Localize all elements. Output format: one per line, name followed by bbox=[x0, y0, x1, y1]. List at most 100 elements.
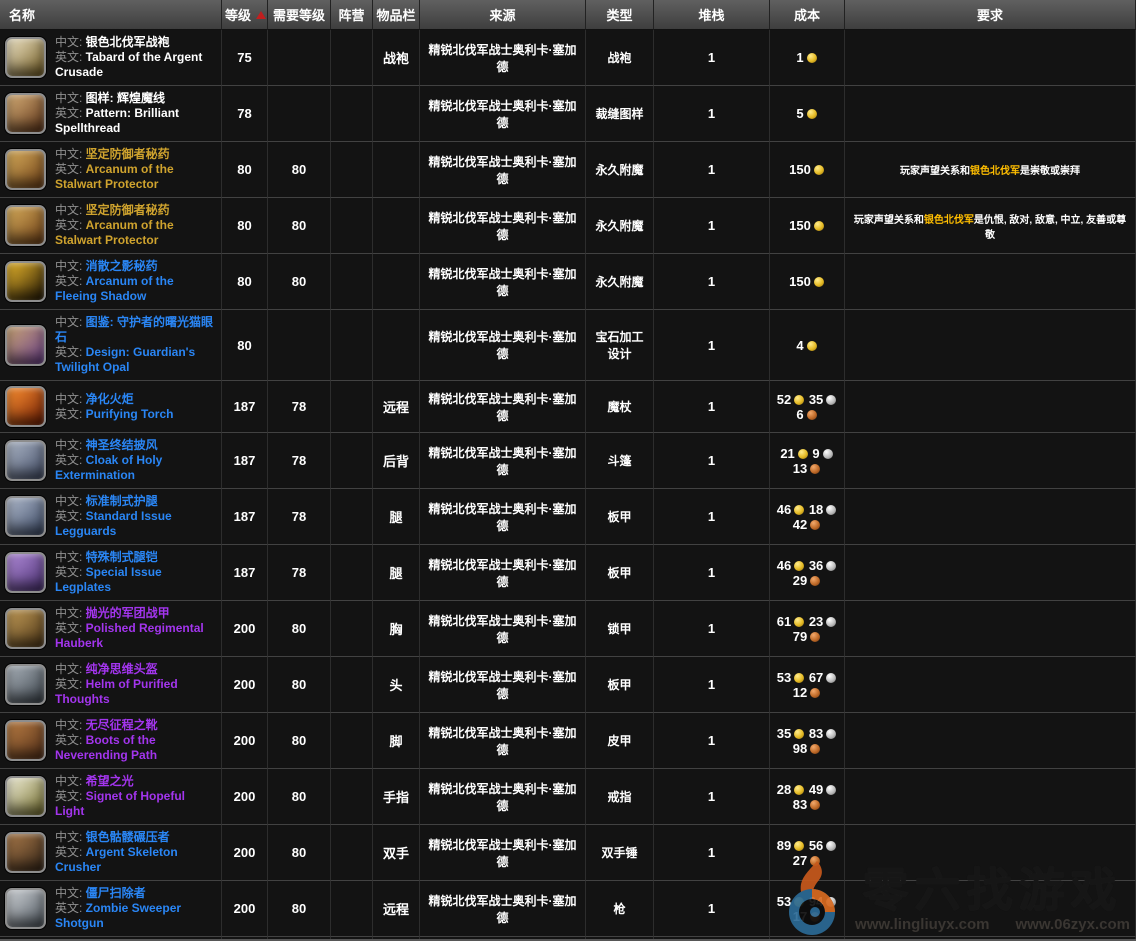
shotgun-icon[interactable] bbox=[5, 888, 46, 929]
item-name-cn-line: 中文: 图样: 辉煌魔线 bbox=[55, 91, 217, 106]
item-name-en-line: 英文: Purifying Torch bbox=[55, 407, 173, 422]
item-name-lines: 中文: 僵尸扫除者英文: Zombie Sweeper Shotgun bbox=[55, 886, 217, 931]
en-label: 英文: bbox=[55, 509, 86, 523]
column-header-cost[interactable]: 成本 bbox=[770, 0, 845, 30]
en-label: 英文: bbox=[55, 733, 86, 747]
requirement-faction-link[interactable]: 银色北伐军 bbox=[924, 215, 974, 226]
column-header-level[interactable]: 等级 bbox=[222, 0, 268, 30]
item-name-cn-link[interactable]: 消散之影秘药 bbox=[86, 259, 158, 273]
item-name-cn-link[interactable]: 图样: 辉煌魔线 bbox=[86, 91, 165, 105]
cost-silver-amount: 67 bbox=[809, 670, 837, 685]
item-name-cn-link[interactable]: 标准制式护腿 bbox=[86, 494, 158, 508]
item-name-block: 中文: 银色骷髅碾压者英文: Argent Skeleton Crusher bbox=[5, 830, 217, 875]
cell-required-level bbox=[268, 86, 331, 142]
cell-faction bbox=[331, 881, 373, 937]
cell-stack: 1 bbox=[654, 433, 770, 489]
item-name-cn-link[interactable]: 银色骷髅碾压者 bbox=[86, 830, 170, 844]
item-name-block: 中文: 希望之光英文: Signet of Hopeful Light bbox=[5, 774, 217, 819]
column-header-type[interactable]: 类型 bbox=[586, 0, 654, 30]
boots-icon[interactable] bbox=[5, 720, 46, 761]
item-name-cn-link[interactable]: 特殊制式腿铠 bbox=[86, 550, 158, 564]
legguards-icon[interactable] bbox=[5, 496, 46, 537]
cell-item-name: 中文: 坚定防御者秘药英文: Arcanum of the Stalwart P… bbox=[0, 198, 222, 254]
two-hand-maul-icon[interactable] bbox=[5, 832, 46, 873]
cell-requirement: 玩家声望关系和银色北伐军是崇敬或崇拜 bbox=[845, 142, 1136, 198]
column-header-faction[interactable]: 阵营 bbox=[331, 0, 373, 30]
cell-required-level: 80 bbox=[268, 601, 331, 657]
silver-coin-icon bbox=[826, 395, 836, 405]
item-row: 中文: 银色骷髅碾压者英文: Argent Skeleton Crusher20… bbox=[0, 825, 1136, 881]
gold-coin-icon bbox=[814, 165, 824, 175]
item-name-en-link[interactable]: Purifying Torch bbox=[86, 407, 174, 421]
column-header-stack[interactable]: 堆栈 bbox=[654, 0, 770, 30]
helm-icon[interactable] bbox=[5, 664, 46, 705]
arcanum-scroll-icon[interactable] bbox=[5, 205, 46, 246]
cell-cost: 21 9 13 bbox=[770, 433, 845, 489]
column-header-req-level[interactable]: 需要等级 bbox=[268, 0, 331, 30]
design-scroll-icon[interactable] bbox=[5, 325, 46, 366]
shadow-arcanum-icon[interactable] bbox=[5, 261, 46, 302]
cell-slot bbox=[373, 198, 420, 254]
cell-item-name: 中文: 图样: 辉煌魔线英文: Pattern: Brilliant Spell… bbox=[0, 86, 222, 142]
cell-cost: 150 bbox=[770, 142, 845, 198]
item-name-lines: 中文: 纯净思维头盔英文: Helm of Purified Thoughts bbox=[55, 662, 217, 707]
cell-stack: 1 bbox=[654, 713, 770, 769]
cell-type: 永久附魔 bbox=[586, 142, 654, 198]
cell-faction bbox=[331, 198, 373, 254]
item-name-cn-line: 中文: 消散之影秘药 bbox=[55, 259, 217, 274]
requirement-faction-link[interactable]: 银色北伐军 bbox=[970, 166, 1020, 177]
hauberk-icon[interactable] bbox=[5, 608, 46, 649]
silver-coin-icon bbox=[826, 561, 836, 571]
cell-stack: 1 bbox=[654, 86, 770, 142]
cloak-icon[interactable] bbox=[5, 440, 46, 481]
cell-required-level: 80 bbox=[268, 713, 331, 769]
item-name-block: 中文: 标准制式护腿英文: Standard Issue Legguards bbox=[5, 494, 217, 539]
cell-item-name: 中文: 无尽征程之靴英文: Boots of the Neverending P… bbox=[0, 713, 222, 769]
cost-gold-amount: 53 bbox=[777, 894, 805, 909]
copper-coin-icon bbox=[810, 520, 820, 530]
item-name-cn-link[interactable]: 纯净思维头盔 bbox=[86, 662, 158, 676]
column-header-source[interactable]: 来源 bbox=[420, 0, 586, 30]
cell-level: 187 bbox=[222, 489, 268, 545]
item-name-cn-link[interactable]: 坚定防御者秘药 bbox=[86, 147, 170, 161]
item-name-cn-link[interactable]: 僵尸扫除者 bbox=[86, 886, 146, 900]
item-name-cn-link[interactable]: 抛光的军团战甲 bbox=[86, 606, 170, 620]
pattern-scroll-icon[interactable] bbox=[5, 93, 46, 134]
arcanum-scroll-icon[interactable] bbox=[5, 149, 46, 190]
cost-gold-amount: 5 bbox=[796, 106, 817, 121]
column-header-slot[interactable]: 物品栏 bbox=[373, 0, 420, 30]
item-name-cn-link[interactable]: 净化火炬 bbox=[86, 392, 134, 406]
item-name-cn-link[interactable]: 希望之光 bbox=[86, 774, 134, 788]
item-name-cn-line: 中文: 抛光的军团战甲 bbox=[55, 606, 217, 621]
cell-type: 宝石加工设计 bbox=[586, 310, 654, 381]
column-header-label: 名称 bbox=[9, 8, 35, 23]
cell-level: 80 bbox=[222, 310, 268, 381]
gold-coin-icon bbox=[794, 673, 804, 683]
item-name-cn-link[interactable]: 银色北伐军战袍 bbox=[86, 35, 170, 49]
legplates-icon[interactable] bbox=[5, 552, 46, 593]
tabard-icon[interactable] bbox=[5, 37, 46, 78]
column-header-name[interactable]: 名称 bbox=[0, 0, 222, 30]
item-name-cn-link[interactable]: 坚定防御者秘药 bbox=[86, 203, 170, 217]
item-name-lines: 中文: 坚定防御者秘药英文: Arcanum of the Stalwart P… bbox=[55, 203, 217, 248]
item-name-en-line: 英文: Arcanum of the Fleeing Shadow bbox=[55, 274, 217, 304]
cost-gold-amount: 61 bbox=[777, 614, 805, 629]
item-name-cn-link[interactable]: 无尽征程之靴 bbox=[86, 718, 158, 732]
cn-label: 中文: bbox=[55, 830, 86, 844]
cost-gold-amount: 28 bbox=[777, 782, 805, 797]
cell-cost: 52 35 6 bbox=[770, 381, 845, 433]
cell-item-name: 中文: 银色北伐军战袍英文: Tabard of the Argent Crus… bbox=[0, 30, 222, 86]
cell-cost: 46 18 42 bbox=[770, 489, 845, 545]
column-header-req[interactable]: 要求 bbox=[845, 0, 1136, 30]
item-name-en-line: 英文: Boots of the Neverending Path bbox=[55, 733, 217, 763]
en-label: 英文: bbox=[55, 274, 86, 288]
cell-type: 斗篷 bbox=[586, 433, 654, 489]
silver-coin-icon bbox=[826, 841, 836, 851]
cell-level: 78 bbox=[222, 86, 268, 142]
item-name-cn-link[interactable]: 神圣终结披风 bbox=[86, 438, 158, 452]
torch-icon[interactable] bbox=[5, 386, 46, 427]
cell-slot: 战袍 bbox=[373, 30, 420, 86]
signet-icon[interactable] bbox=[5, 776, 46, 817]
cn-label: 中文: bbox=[55, 35, 86, 49]
cell-required-level: 80 bbox=[268, 657, 331, 713]
